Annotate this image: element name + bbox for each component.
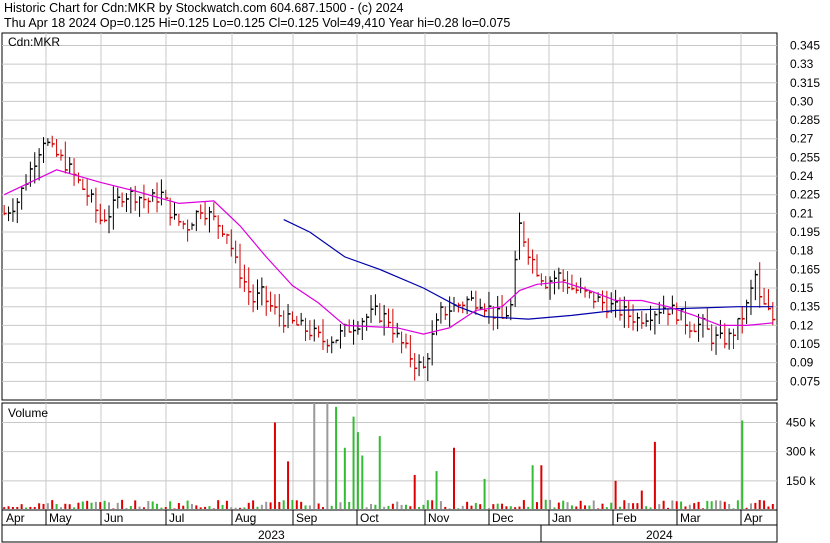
month-label: Apr (6, 511, 25, 525)
stock-chart: Cdn:MKR 0.345 0.33 0.315 0.30 0.285 0.27 0.255… (1, 32, 820, 543)
month-label: Oct (360, 511, 379, 525)
price-tick-label: 0.285 (790, 113, 820, 127)
month-label: Apr (744, 511, 763, 525)
price-panel-label: Cdn:MKR (8, 35, 60, 49)
month-label: Jun (104, 511, 123, 525)
volume-panel: Volume 450 k 300 k 150 k (1, 402, 816, 511)
month-label: Mar (680, 511, 701, 525)
price-tick-label: 0.18 (790, 244, 814, 258)
volume-tick-label: 450 k (786, 415, 816, 429)
price-tick-label: 0.075 (790, 374, 820, 388)
month-label: Sep (296, 511, 318, 525)
price-tick-label: 0.135 (790, 300, 820, 314)
month-label: May (49, 511, 72, 525)
price-tick-label: 0.15 (790, 281, 814, 295)
price-tick-label: 0.315 (790, 76, 820, 90)
time-axis: Apr May Jun Jul Aug Sep Oct Nov Dec Jan Feb Mar Apr … (1, 509, 778, 543)
price-tick-label: 0.345 (790, 38, 820, 52)
volume-axis: 450 k 300 k 150 k (786, 415, 816, 487)
volume-tick-label: 150 k (786, 474, 816, 488)
price-tick-label: 0.195 (790, 225, 820, 239)
price-tick-label: 0.27 (790, 132, 814, 146)
month-label: Jan (552, 511, 571, 525)
price-tick-label: 0.21 (790, 206, 814, 220)
price-tick-label: 0.33 (790, 57, 814, 71)
month-label: Jul (169, 511, 184, 525)
price-tick-label: 0.165 (790, 262, 820, 276)
price-axis: 0.345 0.33 0.315 0.30 0.285 0.27 0.255 0.24 0.22… (790, 38, 820, 388)
month-label: Aug (235, 511, 256, 525)
year-label: 2023 (258, 528, 285, 542)
month-label: Nov (428, 511, 449, 525)
month-label: Dec (492, 511, 513, 525)
price-tick-label: 0.225 (790, 188, 820, 202)
price-tick-label: 0.24 (790, 169, 814, 183)
price-tick-label: 0.255 (790, 150, 820, 164)
volume-panel-label: Volume (8, 406, 48, 420)
price-tick-label: 0.12 (790, 318, 814, 332)
price-tick-label: 0.09 (790, 356, 814, 370)
price-tick-label: 0.105 (790, 337, 820, 351)
year-label: 2024 (646, 528, 673, 542)
price-tick-label: 0.30 (790, 94, 814, 108)
price-panel: Cdn:MKR 0.345 0.33 0.315 0.30 0.285 0.27 0.255… (1, 32, 820, 401)
volume-tick-label: 300 k (786, 445, 816, 459)
month-label: Feb (616, 511, 637, 525)
